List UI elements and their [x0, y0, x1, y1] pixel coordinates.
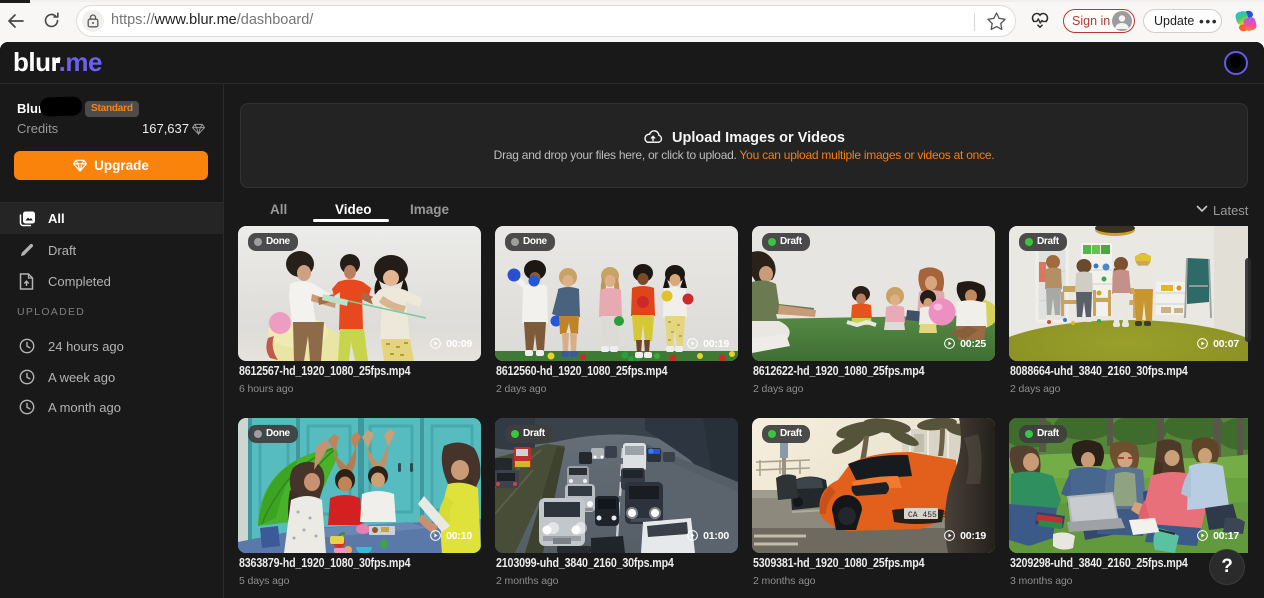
svg-text:CA 455-8: CA 455-8 [908, 511, 947, 520]
